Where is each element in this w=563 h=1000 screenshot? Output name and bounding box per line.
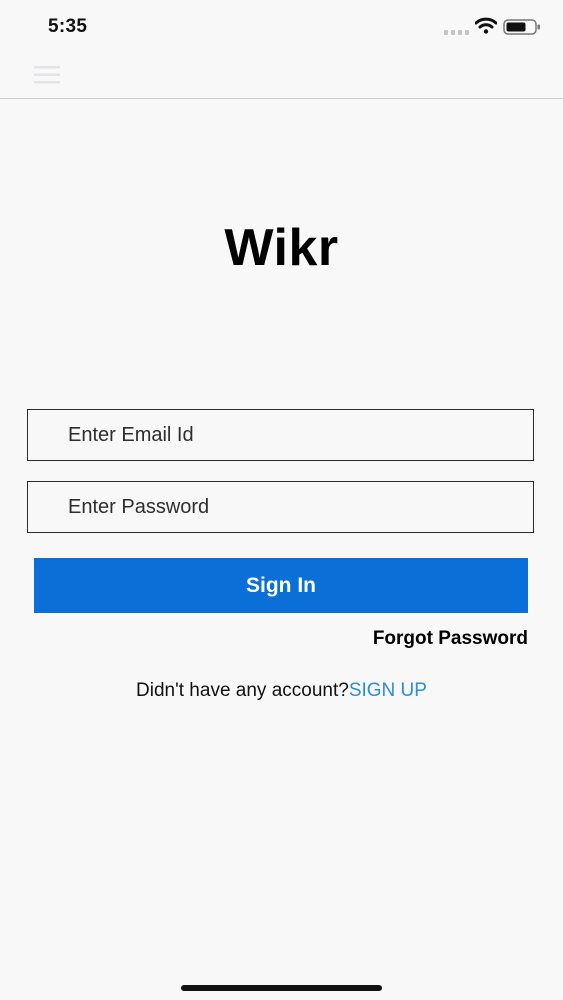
password-field-container <box>27 481 534 533</box>
navigation-bar <box>0 56 563 99</box>
signup-link[interactable]: SIGN UP <box>349 680 427 701</box>
wifi-icon <box>475 17 497 34</box>
email-field-container <box>27 409 534 461</box>
cellular-signal-icon <box>444 30 469 35</box>
app-title: Wikr <box>224 219 339 277</box>
status-bar: 5:35 <box>0 0 563 56</box>
email-input[interactable] <box>28 410 533 460</box>
forgot-password-link[interactable]: Forgot Password <box>373 628 528 650</box>
signup-prompt-text: Didn't have any account? <box>136 680 349 701</box>
password-input[interactable] <box>28 482 533 532</box>
sign-in-button[interactable]: Sign In <box>34 558 528 613</box>
home-indicator <box>181 985 382 991</box>
status-time: 5:35 <box>48 16 88 37</box>
signup-prompt: Didn't have any account?SIGN UP <box>0 680 563 702</box>
battery-icon <box>503 19 540 35</box>
hamburger-menu-icon[interactable] <box>32 61 62 89</box>
